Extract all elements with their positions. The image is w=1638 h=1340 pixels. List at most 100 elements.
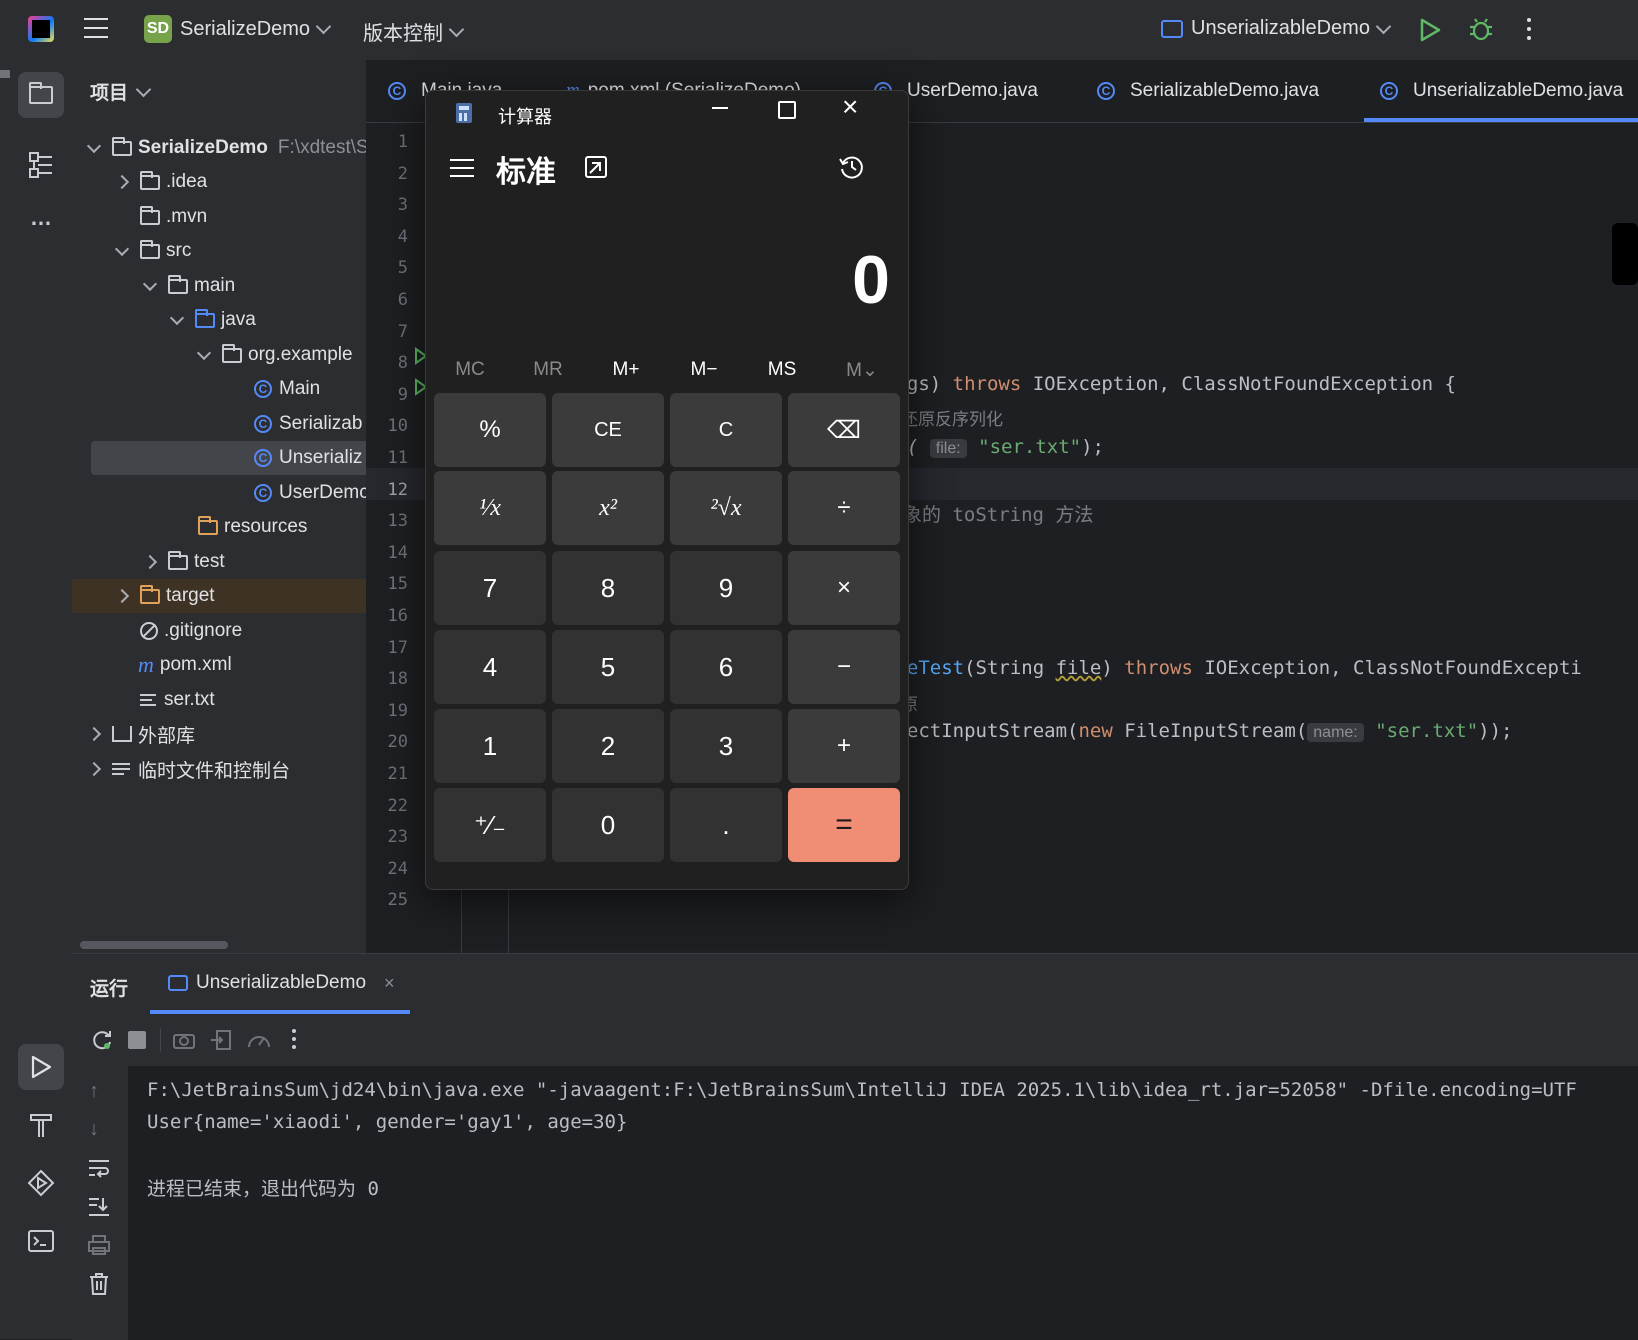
folder-icon [140,170,160,190]
digit-2-button[interactable]: 2 [552,709,664,783]
project-tool-button[interactable] [18,72,64,118]
minimize-button[interactable] [712,107,728,109]
tree-item[interactable]: 外部库 [72,717,366,751]
reciprocal-button[interactable]: ¹⁄x [434,471,546,545]
tree-item[interactable]: C Serializab [72,407,366,441]
structure-tool-button[interactable] [18,142,64,188]
tree-root[interactable]: SerializeDemo F:\xdtest\S [72,131,366,165]
print-icon[interactable] [87,1234,111,1262]
keep-on-top-icon[interactable] [584,155,608,185]
tree-item-selected[interactable]: C Unserializ [91,441,366,475]
clear-button[interactable]: C [670,393,782,467]
backspace-button[interactable]: ⌫ [788,393,900,467]
inspection-widget[interactable] [1612,223,1638,285]
main-menu-icon[interactable] [84,18,108,40]
memory-subtract-button[interactable]: M− [666,359,742,381]
intellij-logo-icon[interactable] [28,16,54,42]
maximize-button[interactable] [778,101,796,119]
memory-store-button[interactable]: MS [744,359,820,381]
digit-5-button[interactable]: 5 [552,630,664,704]
digit-6-button[interactable]: 6 [670,630,782,704]
digit-1-button[interactable]: 1 [434,709,546,783]
tree-item[interactable]: 临时文件和控制台 [72,752,366,786]
tree-item[interactable]: C UserDemc [72,476,366,510]
run-config-widget[interactable]: UnserializableDemo [1161,17,1392,40]
square-button[interactable]: x² [552,471,664,545]
decimal-button[interactable]: . [670,788,782,862]
subtract-button[interactable]: − [788,630,900,704]
memory-clear-button[interactable]: MC [432,359,508,381]
console-line[interactable]: F:\JetBrainsSum\jd24\bin\java.exe "-java… [147,1079,1577,1101]
code-line-9[interactable]: args) throws IOException, ClassNotFoundE… [884,373,1456,395]
nav-menu-icon[interactable] [450,159,474,177]
run-tool-button[interactable] [18,1044,64,1090]
tree-item[interactable]: .idea [72,165,366,199]
more-tools-button[interactable]: … [18,195,64,241]
tree-item[interactable]: ser.txt [72,683,366,717]
project-panel-header[interactable]: 项目 [90,78,152,105]
scroll-to-end-icon[interactable] [87,1196,111,1224]
code-line-18[interactable]: bleTest(String file) throws IOException,… [884,657,1582,679]
services-tool-button[interactable] [18,1160,64,1206]
equals-button[interactable]: = [788,788,900,862]
more-options-icon[interactable] [1527,18,1533,40]
clear-entry-button[interactable]: CE [552,393,664,467]
profiler-icon[interactable] [246,1029,272,1057]
rerun-icon[interactable] [90,1028,114,1058]
build-tool-button[interactable] [18,1102,64,1148]
run-tab[interactable]: UnserializableDemo × [168,972,395,994]
history-icon[interactable] [838,153,866,187]
tree-item[interactable]: resources [72,510,366,544]
multiply-button[interactable]: × [788,551,900,625]
tree-item-target[interactable]: target [72,579,366,613]
tree-item-label: test [194,551,225,572]
code-line-13[interactable]: 对象的 toString 方法 [884,500,1093,527]
tree-item[interactable]: java [72,303,366,337]
tree-item[interactable]: src [72,234,366,268]
digit-0-button[interactable]: 0 [552,788,664,862]
stop-icon[interactable] [128,1031,146,1049]
add-button[interactable]: + [788,709,900,783]
digit-7-button[interactable]: 7 [434,551,546,625]
camera-icon[interactable] [172,1030,196,1056]
console-line[interactable]: 进程已结束，退出代码为 0 [147,1174,379,1201]
close-button[interactable]: × [842,93,858,121]
memory-list-button[interactable]: M⌄ [824,359,900,382]
tree-item[interactable]: main [72,269,366,303]
tree-item[interactable]: org.example [72,338,366,372]
digit-8-button[interactable]: 8 [552,551,664,625]
memory-recall-button[interactable]: MR [510,359,586,381]
square-root-button[interactable]: ²√x [670,471,782,545]
tree-item[interactable]: .gitignore [72,614,366,648]
import-icon[interactable] [210,1029,232,1057]
tab-serializabledemo-java[interactable]: C SerializableDemo.java [1097,60,1319,122]
debug-icon[interactable] [1468,16,1494,48]
console-line[interactable]: User{name='xiaodi', gender='gay1', age=3… [147,1111,627,1133]
horizontal-scrollbar[interactable] [80,941,228,949]
arrow-down-icon[interactable]: ↓ [89,1118,99,1141]
tab-unserializabledemo-java[interactable]: C UnserializableDemo.java [1380,60,1623,122]
memory-add-button[interactable]: M+ [588,359,664,381]
code-line-20[interactable]: bjectInputStream(new FileInputStream(nam… [884,720,1512,742]
digit-9-button[interactable]: 9 [670,551,782,625]
class-icon: C [388,82,406,100]
project-widget[interactable]: SD SerializeDemo [144,15,332,43]
arrow-up-icon[interactable]: ↑ [89,1080,99,1103]
digit-3-button[interactable]: 3 [670,709,782,783]
tree-item[interactable]: test [72,545,366,579]
trash-icon[interactable] [88,1272,110,1302]
tree-item[interactable]: C Main [72,372,366,406]
percent-button[interactable]: % [434,393,546,467]
run-icon[interactable] [1419,18,1441,48]
digit-4-button[interactable]: 4 [434,630,546,704]
code-line-11[interactable]: st( file: "ser.txt"); [884,436,1104,458]
close-icon[interactable]: × [384,973,395,994]
terminal-tool-button[interactable] [18,1218,64,1264]
negate-button[interactable]: ⁺⁄₋ [434,788,546,862]
divide-button[interactable]: ÷ [788,471,900,545]
tree-item[interactable]: .mvn [72,200,366,234]
tree-item[interactable]: m pom.xml [72,648,366,682]
more-options-icon[interactable] [292,1029,296,1049]
soft-wrap-icon[interactable] [87,1158,111,1184]
vcs-widget[interactable]: 版本控制 [363,17,465,46]
